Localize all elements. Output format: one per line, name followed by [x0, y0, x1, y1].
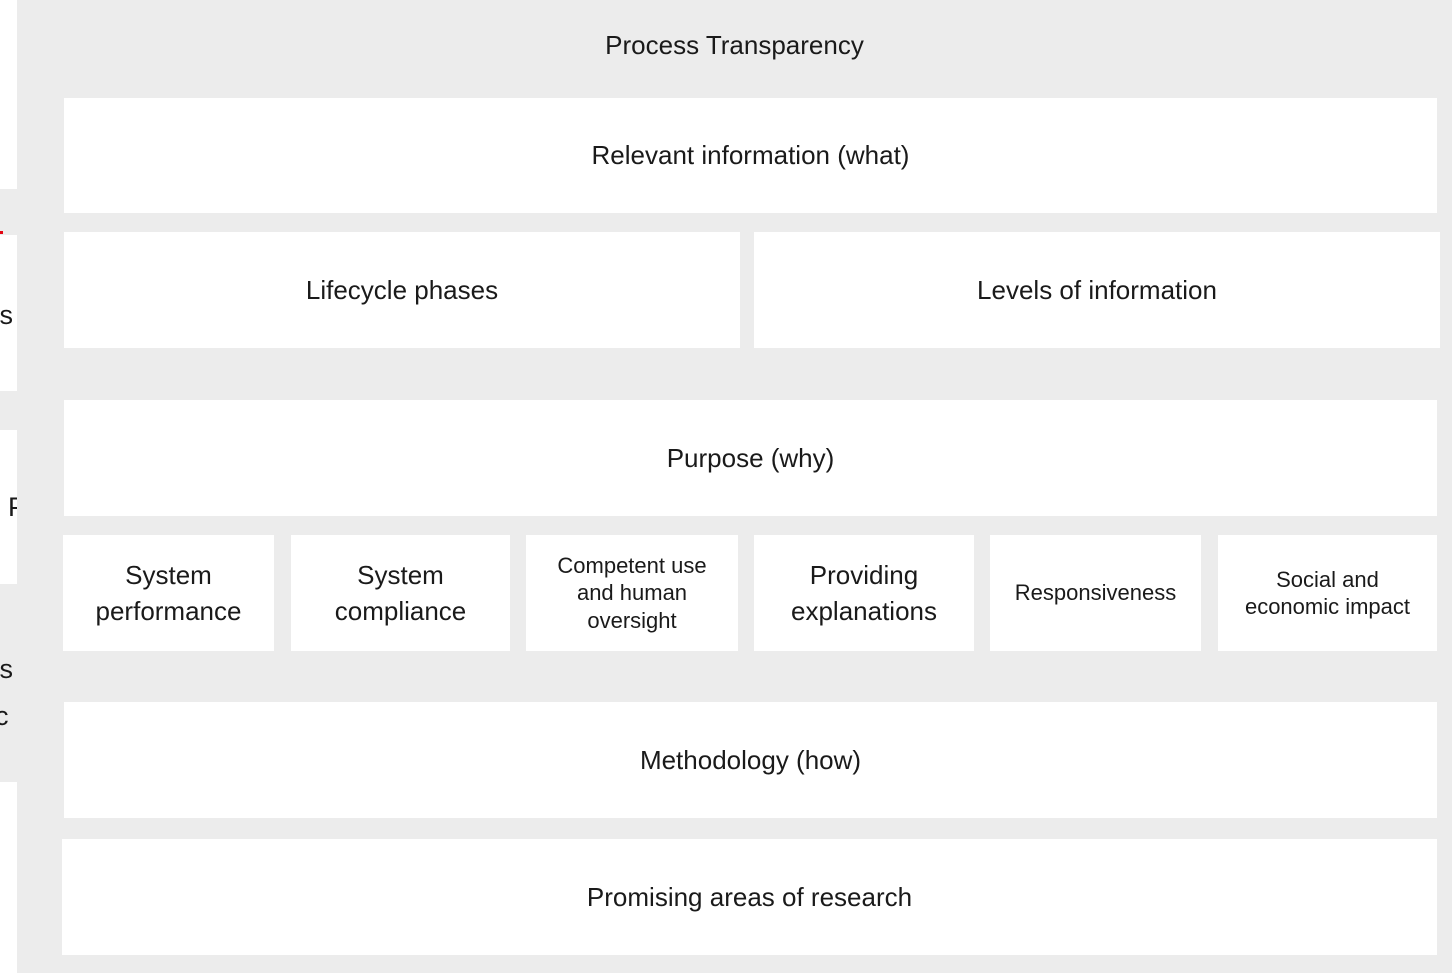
box-lifecycle-phases: Lifecycle phases	[64, 232, 740, 348]
box-purpose: Purpose (why)	[64, 400, 1437, 516]
diagram-title: Process Transparency	[605, 30, 864, 60]
red-dot	[0, 231, 3, 234]
clipped-text: P	[8, 494, 17, 521]
box-levels-of-information: Levels of information	[754, 232, 1440, 348]
clipped-text: ys	[0, 300, 13, 330]
box-providing-explanations: Providing explanations	[754, 535, 974, 651]
box-responsiveness: Responsiveness	[990, 535, 1201, 651]
box-methodology: Methodology (how)	[64, 702, 1437, 818]
box-system-performance: System performance	[63, 535, 274, 651]
box-promising-research: Promising areas of research	[62, 839, 1437, 955]
box-competent-use: Competent use and human oversight	[526, 535, 738, 651]
clipped-text: ys	[0, 654, 13, 684]
box-relevant-information: Relevant information (what)	[64, 98, 1437, 213]
box-social-economic-impact: Social and economic impact	[1218, 535, 1437, 651]
box-system-compliance: System compliance	[291, 535, 510, 651]
left-clipped-panel: ys P ys rc	[0, 0, 17, 973]
process-transparency-panel: Process Transparency Relevant informatio…	[17, 0, 1452, 973]
clipped-text: rc	[0, 701, 9, 731]
